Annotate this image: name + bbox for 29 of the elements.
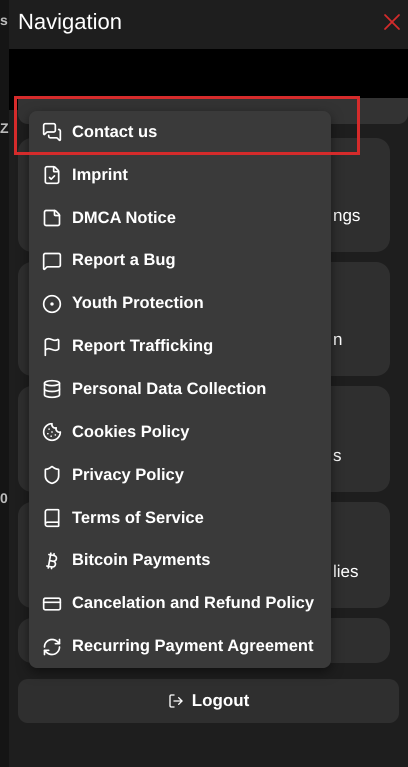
menu-item[interactable]: Report Trafficking — [29, 325, 331, 368]
circle-badge-icon — [42, 294, 62, 314]
panel-title: Navigation — [18, 9, 122, 35]
menu-item[interactable]: DMCA Notice — [29, 196, 331, 240]
menu-item[interactable]: Terms of Service — [29, 496, 331, 540]
menu-item[interactable]: Youth Protection — [29, 282, 331, 326]
menu-item[interactable]: Cancelation and Refund Policy — [29, 582, 331, 626]
book-icon — [42, 508, 62, 528]
flag-icon — [42, 336, 62, 357]
menu-item[interactable]: Privacy Policy — [29, 454, 331, 497]
logout-icon — [168, 693, 184, 709]
shield-icon — [42, 465, 62, 486]
note-icon — [42, 208, 62, 228]
database-icon — [42, 379, 62, 400]
cookie-icon — [42, 422, 62, 442]
menu-item[interactable]: Imprint — [29, 154, 331, 197]
backdrop-text: s — [0, 12, 9, 28]
backdrop-text: Z — [0, 120, 9, 136]
menu-item[interactable]: Personal Data Collection — [29, 368, 331, 411]
menu-item[interactable]: Report a Bug — [29, 240, 331, 282]
logout-button[interactable]: Logout — [18, 679, 399, 723]
menu-item[interactable]: Recurring Payment Agreement — [29, 625, 331, 668]
menu-item[interactable]: Bitcoin Payments — [29, 539, 331, 582]
menu-item[interactable]: Cookies Policy — [29, 410, 331, 454]
refresh-icon — [42, 636, 62, 657]
chat-bubbles-icon — [42, 122, 62, 142]
speech-bubble-icon — [42, 250, 62, 271]
document-check-icon — [42, 165, 62, 186]
backdrop-text: 0 — [0, 490, 9, 506]
